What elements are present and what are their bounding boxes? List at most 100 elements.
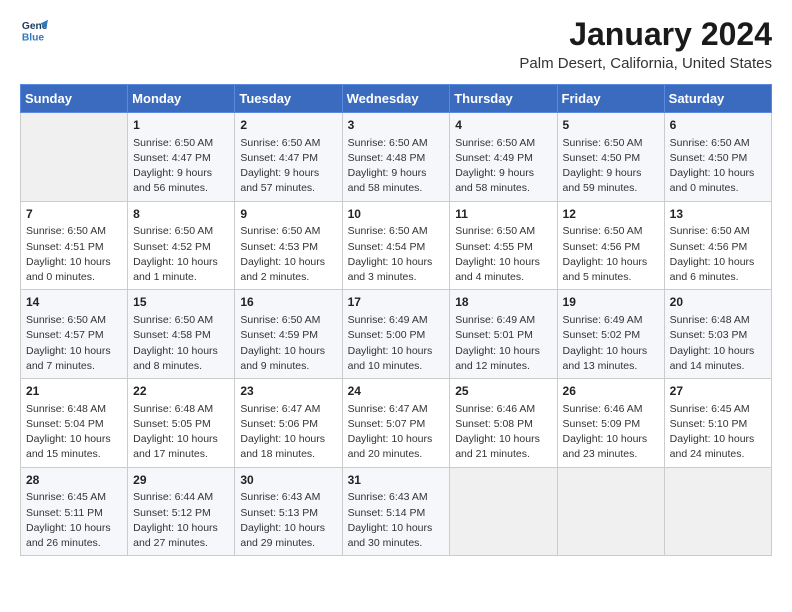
calendar-cell: 1 Sunrise: 6:50 AM Sunset: 4:47 PM Daylig… [128,113,235,202]
day-info: Sunrise: 6:50 AM Sunset: 4:57 PM Dayligh… [26,313,122,374]
day-info: Sunrise: 6:45 AM Sunset: 5:11 PM Dayligh… [26,490,122,551]
day-number: 7 [26,206,122,223]
calendar-cell: 19Sunrise: 6:49 AM Sunset: 5:02 PM Dayli… [557,290,664,379]
day-number: 26 [563,383,659,400]
svg-text:Blue: Blue [22,32,45,43]
day-number: 4 [455,117,551,134]
day-info: Sunrise: 6:50 AM Sunset: 4:56 PM Dayligh… [563,224,659,285]
day-info: Sunrise: 6:46 AM Sunset: 5:09 PM Dayligh… [563,402,659,463]
day-info: Sunrise: 6:43 AM Sunset: 5:13 PM Dayligh… [240,490,336,551]
calendar-cell: 14 Sunrise: 6:50 AM Sunset: 4:57 PM Dayli… [21,290,128,379]
day-number: 17 [348,294,445,311]
week-row-1: 1 Sunrise: 6:50 AM Sunset: 4:47 PM Daylig… [21,113,772,202]
calendar-cell: 16Sunrise: 6:50 AM Sunset: 4:59 PM Dayli… [235,290,342,379]
calendar-cell: 3 Sunrise: 6:50 AM Sunset: 4:48 PM Daylig… [342,113,450,202]
day-number: 29 [133,472,229,489]
day-number: 9 [240,206,336,223]
calendar-cell: 22 Sunrise: 6:48 AM Sunset: 5:05 PM Dayli… [128,379,235,468]
calendar-cell: 26 Sunrise: 6:46 AM Sunset: 5:09 PM Dayli… [557,379,664,468]
day-number: 22 [133,383,229,400]
weekday-header-monday: Monday [128,85,235,113]
day-number: 12 [563,206,659,223]
day-number: 10 [348,206,445,223]
calendar-cell: 24 Sunrise: 6:47 AM Sunset: 5:07 PM Dayli… [342,379,450,468]
calendar-cell: 31Sunrise: 6:43 AM Sunset: 5:14 PM Dayli… [342,467,450,556]
logo: General Blue [20,16,48,44]
day-number: 21 [26,383,122,400]
day-info: Sunrise: 6:50 AM Sunset: 4:48 PM Dayligh… [348,136,445,197]
day-number: 27 [670,383,766,400]
calendar-cell: 2 Sunrise: 6:50 AM Sunset: 4:47 PM Daylig… [235,113,342,202]
day-number: 16 [240,294,336,311]
calendar-cell [450,467,557,556]
calendar-cell: 17 Sunrise: 6:49 AM Sunset: 5:00 PM Dayli… [342,290,450,379]
day-number: 28 [26,472,122,489]
calendar-cell: 5 Sunrise: 6:50 AM Sunset: 4:50 PM Daylig… [557,113,664,202]
weekday-header-thursday: Thursday [450,85,557,113]
week-row-4: 21 Sunrise: 6:48 AM Sunset: 5:04 PM Dayli… [21,379,772,468]
day-info: Sunrise: 6:47 AM Sunset: 5:07 PM Dayligh… [348,402,445,463]
calendar-cell: 18Sunrise: 6:49 AM Sunset: 5:01 PM Dayli… [450,290,557,379]
day-number: 6 [670,117,766,134]
calendar-subtitle: Palm Desert, California, United States [519,55,772,72]
day-number: 24 [348,383,445,400]
day-info: Sunrise: 6:50 AM Sunset: 4:54 PM Dayligh… [348,224,445,285]
day-info: Sunrise: 6:49 AM Sunset: 5:02 PM Dayligh… [563,313,659,374]
week-row-3: 14 Sunrise: 6:50 AM Sunset: 4:57 PM Dayli… [21,290,772,379]
day-info: Sunrise: 6:50 AM Sunset: 4:51 PM Dayligh… [26,224,122,285]
calendar-cell: 29Sunrise: 6:44 AM Sunset: 5:12 PM Dayli… [128,467,235,556]
day-number: 30 [240,472,336,489]
day-info: Sunrise: 6:50 AM Sunset: 4:49 PM Dayligh… [455,136,551,197]
week-row-5: 28Sunrise: 6:45 AM Sunset: 5:11 PM Dayli… [21,467,772,556]
calendar-cell: 10Sunrise: 6:50 AM Sunset: 4:54 PM Dayli… [342,201,450,290]
calendar-cell: 12Sunrise: 6:50 AM Sunset: 4:56 PM Dayli… [557,201,664,290]
day-info: Sunrise: 6:50 AM Sunset: 4:52 PM Dayligh… [133,224,229,285]
day-info: Sunrise: 6:48 AM Sunset: 5:04 PM Dayligh… [26,402,122,463]
calendar-cell: 23Sunrise: 6:47 AM Sunset: 5:06 PM Dayli… [235,379,342,468]
calendar-cell: 30Sunrise: 6:43 AM Sunset: 5:13 PM Dayli… [235,467,342,556]
day-info: Sunrise: 6:44 AM Sunset: 5:12 PM Dayligh… [133,490,229,551]
weekday-header-saturday: Saturday [664,85,771,113]
weekday-header-tuesday: Tuesday [235,85,342,113]
day-info: Sunrise: 6:50 AM Sunset: 4:50 PM Dayligh… [563,136,659,197]
day-number: 23 [240,383,336,400]
calendar-cell: 7Sunrise: 6:50 AM Sunset: 4:51 PM Daylig… [21,201,128,290]
calendar-cell [664,467,771,556]
calendar-cell: 8Sunrise: 6:50 AM Sunset: 4:52 PM Daylig… [128,201,235,290]
day-number: 20 [670,294,766,311]
day-number: 14 [26,294,122,311]
calendar-cell [557,467,664,556]
day-info: Sunrise: 6:48 AM Sunset: 5:05 PM Dayligh… [133,402,229,463]
week-row-2: 7Sunrise: 6:50 AM Sunset: 4:51 PM Daylig… [21,201,772,290]
weekday-header-row: SundayMondayTuesdayWednesdayThursdayFrid… [21,85,772,113]
day-info: Sunrise: 6:50 AM Sunset: 4:56 PM Dayligh… [670,224,766,285]
day-info: Sunrise: 6:49 AM Sunset: 5:00 PM Dayligh… [348,313,445,374]
day-number: 18 [455,294,551,311]
day-info: Sunrise: 6:48 AM Sunset: 5:03 PM Dayligh… [670,313,766,374]
day-info: Sunrise: 6:46 AM Sunset: 5:08 PM Dayligh… [455,402,551,463]
day-info: Sunrise: 6:50 AM Sunset: 4:53 PM Dayligh… [240,224,336,285]
day-number: 8 [133,206,229,223]
day-info: Sunrise: 6:50 AM Sunset: 4:47 PM Dayligh… [133,136,229,197]
day-number: 25 [455,383,551,400]
calendar-cell: 13Sunrise: 6:50 AM Sunset: 4:56 PM Dayli… [664,201,771,290]
calendar-cell: 25 Sunrise: 6:46 AM Sunset: 5:08 PM Dayli… [450,379,557,468]
day-number: 2 [240,117,336,134]
calendar-cell: 15Sunrise: 6:50 AM Sunset: 4:58 PM Dayli… [128,290,235,379]
day-number: 15 [133,294,229,311]
header: General Blue January 2024 Palm Desert, C… [20,16,772,72]
weekday-header-wednesday: Wednesday [342,85,450,113]
day-number: 13 [670,206,766,223]
day-number: 31 [348,472,445,489]
calendar-cell: 27Sunrise: 6:45 AM Sunset: 5:10 PM Dayli… [664,379,771,468]
day-number: 11 [455,206,551,223]
day-info: Sunrise: 6:50 AM Sunset: 4:50 PM Dayligh… [670,136,766,197]
calendar-cell: 6 Sunrise: 6:50 AM Sunset: 4:50 PM Daylig… [664,113,771,202]
day-number: 1 [133,117,229,134]
calendar-cell: 4 Sunrise: 6:50 AM Sunset: 4:49 PM Daylig… [450,113,557,202]
day-info: Sunrise: 6:50 AM Sunset: 4:47 PM Dayligh… [240,136,336,197]
calendar-table: SundayMondayTuesdayWednesdayThursdayFrid… [20,84,772,556]
day-number: 3 [348,117,445,134]
day-info: Sunrise: 6:50 AM Sunset: 4:55 PM Dayligh… [455,224,551,285]
day-number: 5 [563,117,659,134]
